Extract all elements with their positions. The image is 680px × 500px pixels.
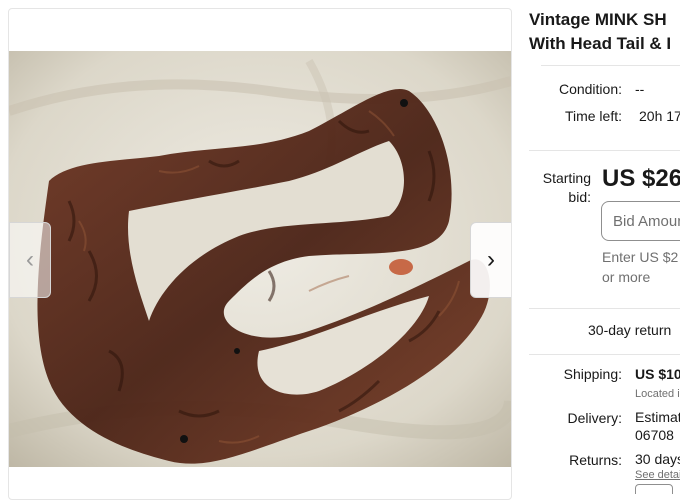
main-listing-photo[interactable]: [9, 51, 511, 467]
time-left-label: Time left:: [564, 108, 622, 124]
returns-value: 30 days: [635, 451, 680, 467]
divider: [541, 65, 680, 66]
divider: [529, 354, 680, 355]
shipping-cost: US $10.: [635, 366, 680, 382]
starting-bid-label-line-1: Starting: [542, 170, 591, 186]
bid-hint-line-2: or more: [602, 269, 651, 285]
bid-amount-input[interactable]: [601, 201, 680, 241]
time-left-value: 20h 17m: [639, 108, 680, 124]
divider: [529, 150, 680, 151]
chevron-right-icon: ›: [487, 246, 495, 273]
starting-bid-label-line-2: bid:: [568, 189, 591, 205]
bid-hint-line-1: Enter US $2: [602, 249, 679, 265]
image-gallery: ‹ ›: [8, 8, 512, 500]
condition-value: --: [635, 81, 645, 97]
returns-label: Returns:: [569, 452, 622, 468]
condition-label: Condition:: [558, 81, 622, 97]
item-details-panel: Vintage MINK SH With Head Tail & I Condi…: [529, 0, 680, 494]
quantity-box[interactable]: [635, 484, 673, 494]
shipping-label: Shipping:: [563, 366, 622, 382]
next-image-button[interactable]: ›: [470, 222, 511, 298]
returns-see-details-link[interactable]: See detai: [635, 469, 680, 481]
item-location: Located i: [635, 388, 680, 400]
listing-title-line-2: With Head Tail & I: [529, 34, 672, 53]
listing-title-line-1: Vintage MINK SH: [529, 10, 667, 29]
fur-stole-image: [9, 51, 511, 467]
listing-title: Vintage MINK SH With Head Tail & I: [529, 8, 680, 56]
starting-bid-price: US $26: [602, 165, 680, 192]
delivery-label: Delivery:: [567, 410, 622, 426]
delivery-zip: 06708: [635, 427, 674, 443]
previous-image-button[interactable]: ‹: [9, 222, 51, 298]
returns-banner: 30-day return: [588, 322, 672, 338]
starting-bid-label: Starting bid:: [543, 169, 591, 207]
divider: [529, 308, 680, 309]
delivery-estimate: Estimat: [635, 409, 680, 425]
bid-hint: Enter US $2 or more: [602, 247, 678, 287]
chevron-left-icon: ‹: [26, 246, 34, 273]
